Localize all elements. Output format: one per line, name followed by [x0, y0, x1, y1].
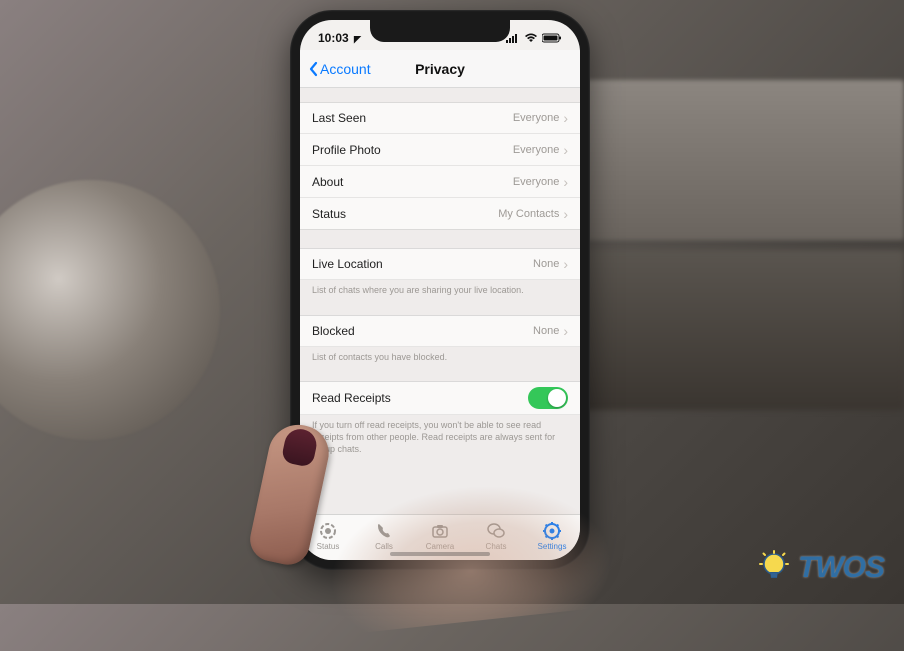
screen: 10:03 ◤ Account — [300, 20, 580, 560]
row-label: Status — [312, 207, 346, 221]
background-shelf — [564, 80, 904, 240]
home-indicator — [390, 552, 490, 556]
row-profile-photo[interactable]: Profile Photo Everyone › — [300, 134, 580, 166]
gear-icon — [542, 521, 562, 541]
row-label: About — [312, 175, 343, 189]
tab-label: Settings — [538, 542, 567, 551]
row-value: My Contacts — [498, 208, 559, 220]
content-area: Last Seen Everyone › Profile Photo Everyo… — [300, 88, 580, 514]
tab-label: Status — [317, 542, 340, 551]
row-live-location[interactable]: Live Location None › — [300, 248, 580, 280]
time-text: 10:03 — [318, 31, 349, 45]
row-value: Everyone — [513, 144, 559, 156]
nav-bar: Account Privacy — [300, 50, 580, 88]
battery-icon — [542, 33, 562, 43]
row-status[interactable]: Status My Contacts › — [300, 198, 580, 230]
chevron-right-icon: › — [563, 142, 568, 158]
section-blocked: Blocked None › List of contacts you have … — [300, 315, 580, 364]
row-value: None — [533, 258, 559, 270]
phone-icon — [374, 521, 394, 541]
section-footer-text: If you turn off read receipts, you won't… — [300, 415, 580, 455]
row-about[interactable]: About Everyone › — [300, 166, 580, 198]
watermark-text: TWOS — [798, 551, 884, 585]
camera-icon — [430, 521, 450, 541]
tab-label: Camera — [426, 542, 454, 551]
tab-settings[interactable]: Settings — [524, 521, 580, 551]
tab-label: Calls — [375, 542, 393, 551]
wifi-icon — [524, 33, 538, 43]
row-value: Everyone — [513, 176, 559, 188]
tab-calls[interactable]: Calls — [356, 521, 412, 551]
tab-camera[interactable]: Camera — [412, 521, 468, 551]
row-value: None — [533, 325, 559, 337]
watermark: TWOS — [756, 550, 884, 586]
section-live-location: Live Location None › List of chats where … — [300, 248, 580, 297]
row-label: Read Receipts — [312, 391, 391, 405]
section-footer-text: List of chats where you are sharing your… — [300, 280, 580, 297]
chevron-right-icon: › — [563, 174, 568, 190]
tab-label: Chats — [486, 542, 507, 551]
background-shelf-lower — [564, 250, 904, 410]
toggle-switch-on[interactable] — [528, 387, 568, 409]
status-time: 10:03 ◤ — [318, 31, 361, 45]
chevron-right-icon: › — [563, 256, 568, 272]
chevron-left-icon — [308, 61, 318, 77]
row-label: Profile Photo — [312, 143, 381, 157]
row-last-seen[interactable]: Last Seen Everyone › — [300, 102, 580, 134]
chevron-right-icon: › — [563, 323, 568, 339]
section-read-receipts: Read Receipts If you turn off read recei… — [300, 381, 580, 455]
chevron-right-icon: › — [563, 110, 568, 126]
background-speaker-shape — [0, 180, 220, 440]
chat-bubbles-icon — [486, 521, 506, 541]
notch — [370, 20, 510, 42]
row-label: Live Location — [312, 257, 383, 271]
section-footer-text: List of contacts you have blocked. — [300, 347, 580, 364]
row-blocked[interactable]: Blocked None › — [300, 315, 580, 347]
back-label: Account — [320, 61, 371, 77]
row-label: Blocked — [312, 324, 355, 338]
tab-chats[interactable]: Chats — [468, 521, 524, 551]
section-visibility: Last Seen Everyone › Profile Photo Everyo… — [300, 102, 580, 230]
chevron-right-icon: › — [563, 206, 568, 222]
row-value: Everyone — [513, 112, 559, 124]
status-ring-icon — [318, 521, 338, 541]
iphone-frame: 10:03 ◤ Account — [290, 10, 590, 570]
lightbulb-icon — [756, 550, 792, 586]
row-read-receipts[interactable]: Read Receipts — [300, 381, 580, 415]
back-button[interactable]: Account — [300, 61, 371, 77]
row-label: Last Seen — [312, 111, 366, 125]
location-arrow-icon: ◤ — [354, 34, 361, 44]
